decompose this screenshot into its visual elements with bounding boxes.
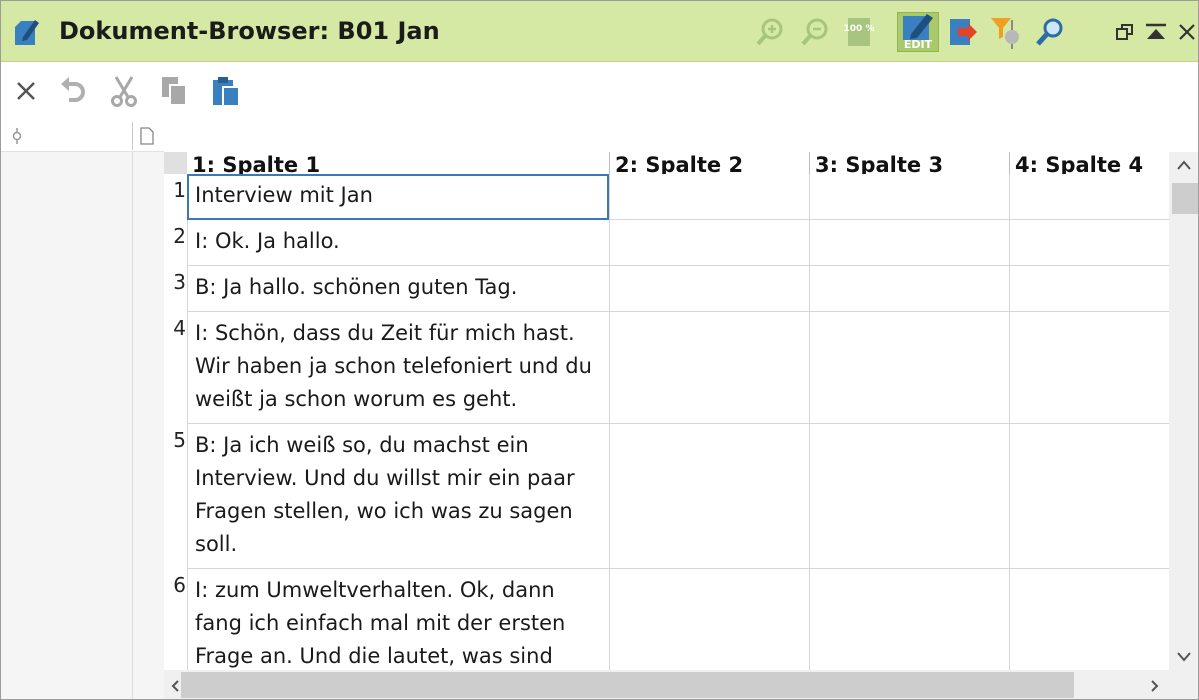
table-cell[interactable] — [609, 266, 809, 312]
paste-icon[interactable] — [209, 74, 243, 108]
table-row: 6 I: zum Umweltverhalten. Ok, dann fang … — [164, 569, 1169, 670]
scroll-left-icon[interactable] — [170, 678, 180, 697]
table-cell[interactable] — [609, 174, 809, 220]
edit-mode-icon[interactable]: EDIT — [897, 12, 939, 52]
title-bar: Dokument-Browser: B01 Jan 100 % EDIT — [1, 1, 1198, 62]
table-cell[interactable] — [1009, 220, 1169, 266]
vertical-scroll-thumb[interactable] — [1172, 183, 1198, 214]
collapse-icon[interactable] — [1143, 19, 1169, 45]
document-grid[interactable]: 1: Spalte 1 2: Spalte 2 3: Spalte 3 4: S… — [164, 152, 1169, 670]
table-cell[interactable]: I: zum Umweltverhalten. Ok, dann fang ic… — [187, 569, 609, 670]
table-cell[interactable] — [609, 569, 809, 670]
table-cell[interactable] — [809, 424, 1009, 569]
cut-icon[interactable] — [107, 74, 141, 108]
table-cell[interactable] — [609, 220, 809, 266]
copy-icon[interactable] — [158, 74, 192, 108]
column-header-3[interactable]: 3: Spalte 3 — [809, 152, 1009, 174]
table-cell[interactable]: I: Schön, dass du Zeit für mich hast. Wi… — [187, 312, 609, 424]
page-icon — [140, 127, 154, 150]
row-number: 1 — [173, 178, 186, 202]
panel-header-strip — [1, 120, 1198, 152]
restore-window-icon[interactable] — [1112, 19, 1138, 45]
table-cell[interactable] — [1009, 312, 1169, 424]
table-cell[interactable] — [809, 266, 1009, 312]
table-cell[interactable] — [809, 312, 1009, 424]
edit-label: EDIT — [904, 38, 933, 50]
export-icon[interactable] — [945, 15, 979, 49]
window-title: Dokument-Browser: B01 Jan — [59, 17, 440, 45]
table-cell[interactable]: B: Ja hallo. schönen guten Tag. — [187, 266, 609, 312]
code-margin-panel[interactable] — [1, 152, 164, 699]
zoom-in-icon[interactable] — [753, 15, 787, 49]
undo-icon[interactable] — [56, 74, 90, 108]
code-pin-icon — [10, 128, 24, 149]
row-number: 6 — [173, 573, 186, 597]
column-header-row: 1: Spalte 1 2: Spalte 2 3: Spalte 3 4: S… — [164, 152, 1169, 174]
table-cell[interactable]: I: Ok. Ja hallo. — [187, 220, 609, 266]
strip-divider — [132, 122, 133, 150]
table-row: 3 B: Ja hallo. schönen guten Tag. — [164, 266, 1169, 312]
row-number: 3 — [173, 270, 186, 294]
table-cell[interactable] — [1009, 424, 1169, 569]
scroll-down-icon[interactable] — [1176, 647, 1192, 666]
column-header-4[interactable]: 4: Spalte 4 — [1009, 152, 1169, 174]
row-number: 4 — [173, 316, 186, 340]
table-row: 4 I: Schön, dass du Zeit für mich hast. … — [164, 312, 1169, 424]
table-cell[interactable] — [1009, 569, 1169, 670]
table-cell[interactable] — [609, 424, 809, 569]
table-row: 1 Interview mit Jan — [164, 174, 1169, 220]
zoom-100-label: 100 % — [844, 24, 874, 34]
zoom-out-icon[interactable] — [798, 15, 832, 49]
close-icon[interactable] — [9, 74, 43, 108]
table-cell[interactable] — [609, 312, 809, 424]
left-panel-divider — [132, 152, 133, 699]
scroll-up-icon[interactable] — [1176, 156, 1192, 175]
close-window-icon[interactable] — [1174, 19, 1198, 45]
horizontal-scrollbar[interactable] — [164, 670, 1198, 699]
row-number: 5 — [173, 428, 186, 452]
document-browser-window: Dokument-Browser: B01 Jan 100 % EDIT 1: … — [0, 0, 1199, 700]
scroll-right-icon[interactable] — [1150, 678, 1160, 697]
search-icon[interactable] — [1033, 15, 1067, 49]
table-cell[interactable] — [809, 220, 1009, 266]
horizontal-scroll-thumb[interactable] — [181, 672, 1074, 698]
table-cell[interactable]: B: Ja ich weiß so, du machst ein Intervi… — [187, 424, 609, 569]
table-cell[interactable] — [809, 174, 1009, 220]
table-row: 2 I: Ok. Ja hallo. — [164, 220, 1169, 266]
column-header-1[interactable]: 1: Spalte 1 — [187, 152, 609, 174]
table-cell[interactable] — [1009, 174, 1169, 220]
grid-corner[interactable] — [164, 152, 187, 174]
table-cell[interactable]: Interview mit Jan — [187, 174, 609, 220]
table-cell[interactable] — [809, 569, 1009, 670]
vertical-scrollbar[interactable] — [1169, 152, 1198, 670]
table-row: 5 B: Ja ich weiß so, du machst ein Inter… — [164, 424, 1169, 569]
column-header-2[interactable]: 2: Spalte 2 — [609, 152, 809, 174]
filter-code-icon[interactable] — [989, 15, 1023, 49]
edit-toolbar — [1, 62, 1198, 120]
table-cell[interactable] — [1009, 266, 1169, 312]
row-number: 2 — [173, 224, 186, 248]
document-pen-icon — [13, 17, 39, 47]
zoom-100-icon[interactable]: 100 % — [842, 15, 876, 49]
